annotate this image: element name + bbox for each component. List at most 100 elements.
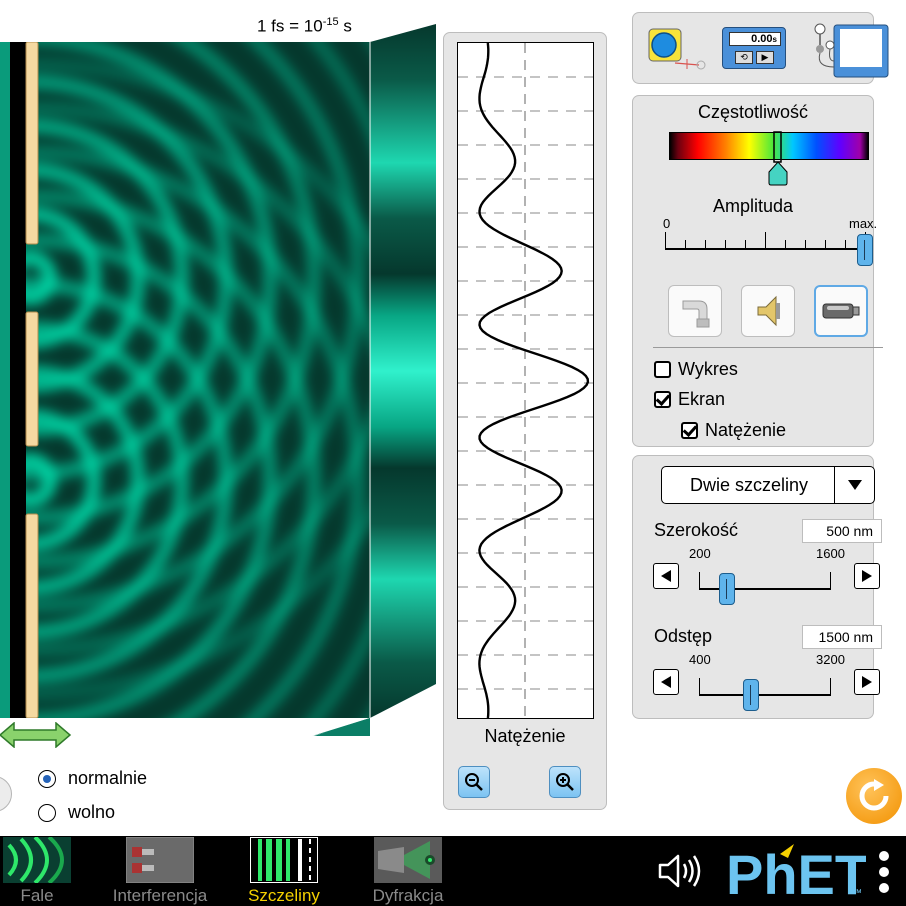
- nav-label: Fale: [20, 886, 54, 905]
- wave-detector-icon[interactable]: [808, 21, 892, 79]
- intensity-checkbox[interactable]: Natężenie: [681, 420, 786, 441]
- zoom-out-icon: [465, 773, 483, 791]
- separation-decrement-button[interactable]: [653, 669, 679, 695]
- radio-indicator: [38, 803, 56, 822]
- barrier-drag-arrow[interactable]: [0, 722, 72, 748]
- arrow-right-icon: [862, 676, 872, 688]
- amplitude-slider-track[interactable]: [665, 248, 865, 250]
- amplitude-tick: [765, 232, 766, 248]
- wave-properties-panel: Częstotliwość Amplituda 0 max. Wykres Ek…: [632, 95, 883, 447]
- zoom-in-icon: [556, 773, 574, 791]
- nav-screen-dyfrakcja[interactable]: Dyfrakcja: [362, 836, 454, 906]
- width-decrement-button[interactable]: [653, 563, 679, 589]
- amplitude-tick: [845, 240, 846, 248]
- reset-icon: [859, 779, 889, 811]
- width-label: Szerokość: [654, 520, 739, 540]
- separation-slider-track[interactable]: [699, 694, 831, 696]
- separation-increment-button[interactable]: [854, 669, 880, 695]
- intensity-plot: [457, 42, 594, 719]
- sound-source-button[interactable]: [741, 285, 795, 337]
- slit-type-combobox[interactable]: Dwie szczeliny: [661, 466, 875, 504]
- amplitude-title: Amplituda: [712, 196, 794, 216]
- slider-tick: [699, 678, 700, 694]
- nav-label: Interferencja: [112, 886, 208, 905]
- stopwatch-play-icon: ▶: [756, 51, 774, 64]
- barrier-middle: [25, 311, 39, 447]
- svg-text:PhET: PhET: [726, 844, 866, 900]
- sound-toggle-icon[interactable]: [656, 851, 704, 891]
- zoom-out-button[interactable]: [458, 766, 490, 798]
- checkbox-box: [654, 361, 671, 378]
- screen-checkbox[interactable]: Ekran: [654, 389, 725, 410]
- stopwatch-readout: 0.00s: [729, 32, 781, 46]
- faucet-icon: [682, 300, 710, 328]
- nav-screen-szczeliny[interactable]: Szczeliny: [238, 836, 330, 906]
- width-slider-thumb[interactable]: [719, 573, 736, 605]
- light-source-button[interactable]: [814, 285, 868, 337]
- diffraction-screen-icon: [374, 837, 442, 883]
- speed-slow-radio[interactable]: wolno: [38, 802, 115, 823]
- amplitude-tick: [685, 240, 686, 248]
- amplitude-tick: [785, 240, 786, 248]
- amplitude-max-label: max.: [849, 216, 878, 231]
- measuring-tape-icon[interactable]: [645, 27, 707, 73]
- frequency-title: Częstotliwość: [697, 102, 809, 122]
- intensity-graph-panel: Natężenie: [443, 32, 607, 810]
- width-increment-button[interactable]: [854, 563, 880, 589]
- stopwatch-reset-icon: ⟲: [735, 51, 753, 64]
- radio-indicator: [38, 769, 56, 788]
- reset-all-button[interactable]: [846, 768, 902, 824]
- divider: [653, 347, 883, 348]
- nav-label: Szczeliny: [248, 886, 320, 905]
- slider-tick: [830, 678, 831, 694]
- separation-value: 1500 nm: [802, 625, 882, 649]
- phet-logo[interactable]: PhET ™: [726, 844, 866, 900]
- barrier-bottom: [25, 513, 39, 718]
- menu-icon[interactable]: [874, 850, 894, 894]
- amplitude-tick: [705, 240, 706, 248]
- width-min-label: 200: [689, 546, 711, 561]
- amplitude-slider-thumb[interactable]: [857, 234, 873, 266]
- frequency-slider-thumb[interactable]: [766, 130, 790, 186]
- amplitude-tick: [725, 240, 726, 248]
- svg-text:™: ™: [852, 888, 862, 899]
- slider-tick: [699, 572, 700, 588]
- graph-checkbox[interactable]: Wykres: [654, 359, 738, 380]
- amplitude-min-label: 0: [663, 216, 671, 231]
- stopwatch-icon[interactable]: 0.00s ⟲ ▶: [722, 27, 786, 69]
- slit-type-value: Dwie szczeliny: [689, 475, 809, 495]
- separation-min-label: 400: [689, 652, 711, 667]
- slit-settings-panel: Dwie szczeliny Szerokość 500 nm 200 1600…: [632, 455, 882, 719]
- checkbox-box: [654, 391, 671, 408]
- interference-screen-icon: [126, 837, 194, 883]
- amplitude-tick: [665, 232, 666, 248]
- speaker-icon: [757, 295, 780, 327]
- arrow-right-icon: [862, 570, 872, 582]
- checkbox-box: [681, 422, 698, 439]
- barrier-top: [25, 42, 39, 245]
- nav-screen-fale[interactable]: Fale: [0, 836, 74, 906]
- separation-slider-thumb[interactable]: [742, 679, 759, 711]
- arrow-left-icon: [661, 570, 671, 582]
- nav-screen-interferencja[interactable]: Interferencja: [104, 836, 216, 906]
- amplitude-tick: [745, 240, 746, 248]
- play-pause-button[interactable]: [0, 776, 12, 812]
- tools-panel: 0.00s ⟲ ▶: [632, 12, 889, 84]
- slits-screen-icon: [250, 837, 318, 883]
- speed-normal-radio[interactable]: normalnie: [38, 768, 147, 789]
- separation-label: Odstęp: [654, 626, 713, 646]
- width-max-label: 1600: [816, 546, 845, 561]
- zoom-in-button[interactable]: [549, 766, 581, 798]
- intensity-curve: [478, 42, 590, 719]
- nav-label: Dyfrakcja: [372, 886, 444, 905]
- amplitude-tick: [825, 240, 826, 248]
- navigation-bar: Fale Interferencja Szczeliny Dyfrakcja P…: [0, 836, 906, 906]
- intensity-label: Natężenie: [484, 726, 566, 746]
- screen-3d: [312, 24, 436, 736]
- waves-screen-icon: [3, 837, 71, 883]
- dropdown-arrow-icon: [834, 467, 874, 503]
- separation-max-label: 3200: [816, 652, 845, 667]
- laser-icon: [822, 303, 860, 319]
- water-source-button[interactable]: [668, 285, 722, 337]
- slider-tick: [830, 572, 831, 588]
